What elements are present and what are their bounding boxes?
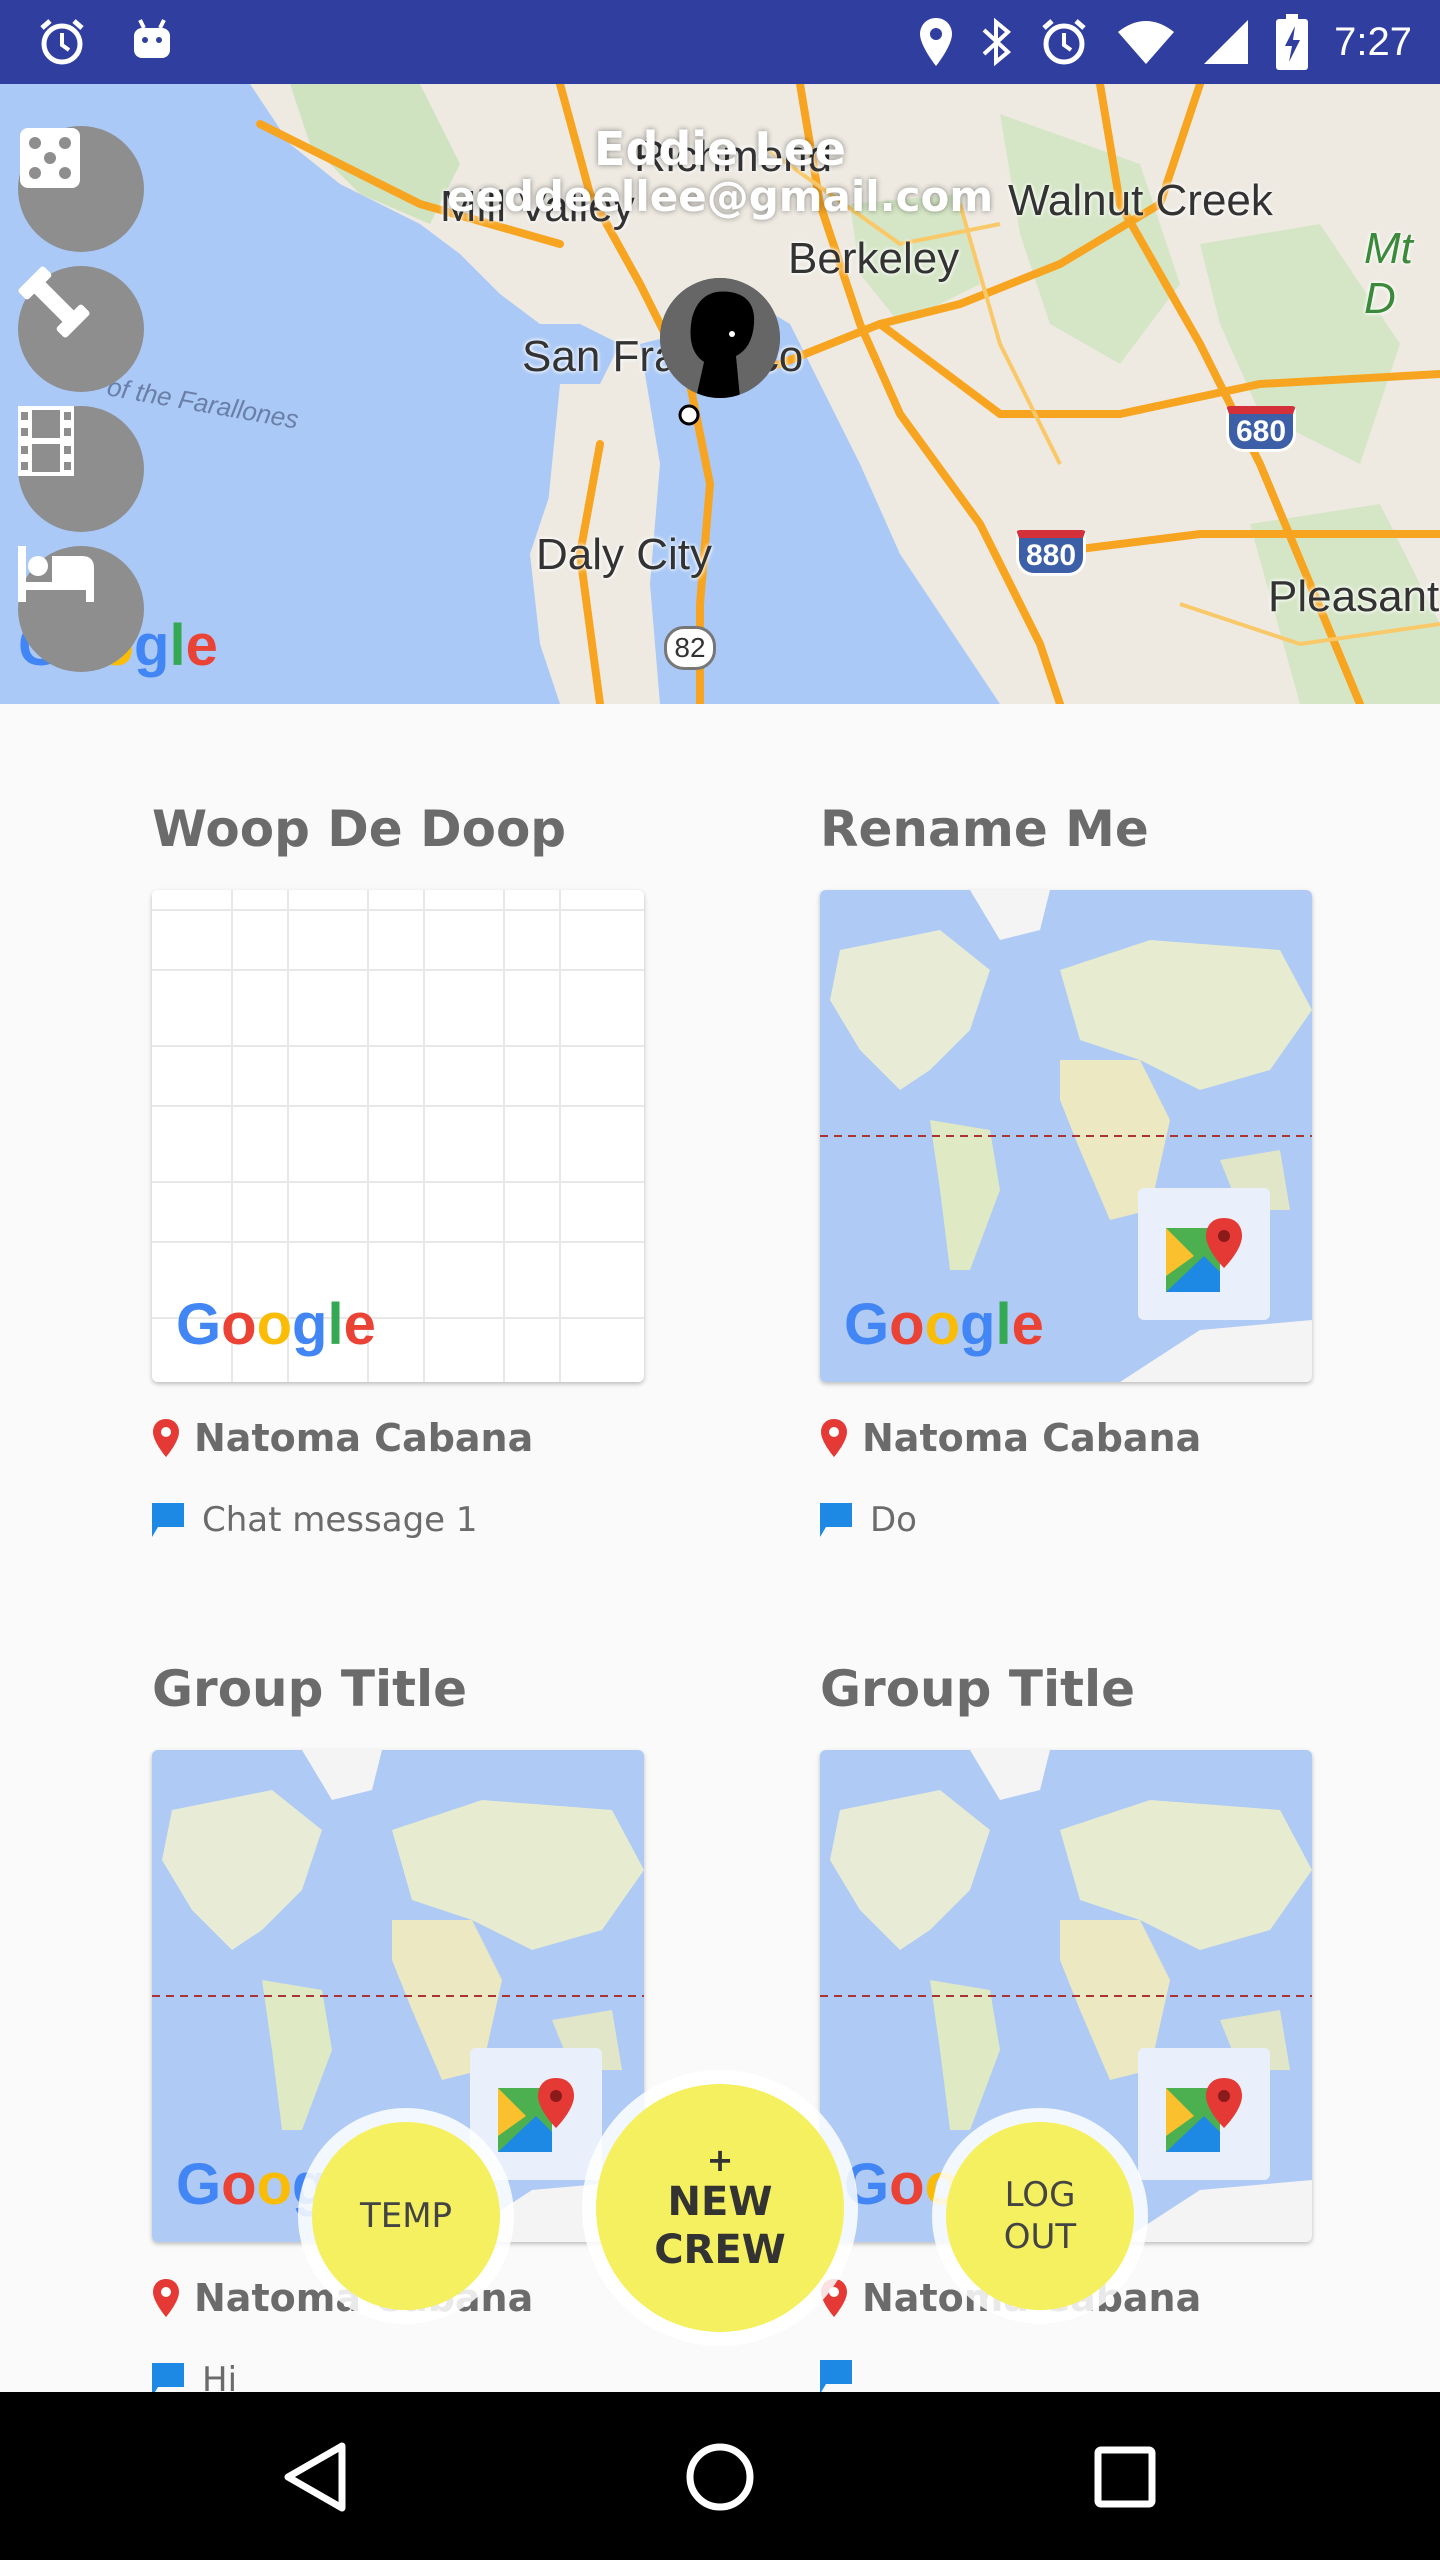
chat-flag-icon bbox=[820, 2360, 852, 2394]
user-email: eeddeellee@gmail.com bbox=[446, 172, 994, 221]
movie-icon bbox=[18, 406, 74, 476]
group-map-thumbnail[interactable]: Google bbox=[820, 890, 1312, 1382]
location-pin-icon bbox=[153, 2279, 179, 2317]
group-title: Rename Me bbox=[820, 800, 1149, 858]
map-label-daly-city: Daly City bbox=[536, 530, 713, 579]
avatar[interactable] bbox=[660, 278, 780, 398]
status-time: 7:27 bbox=[1334, 19, 1412, 64]
google-maps-icon bbox=[1166, 1218, 1242, 1292]
battery-charging-icon bbox=[1276, 14, 1309, 70]
map-label-pleasant: Pleasant bbox=[1268, 572, 1440, 621]
new-crew-label-line2: CREW bbox=[654, 2227, 786, 2273]
map-label-mt-d: Mt D bbox=[1364, 224, 1413, 323]
last-message-text: Do bbox=[870, 1500, 917, 1540]
fitness-icon bbox=[18, 266, 90, 338]
open-in-maps-button[interactable] bbox=[470, 2048, 602, 2180]
new-crew-button[interactable]: + NEW CREW bbox=[596, 2084, 844, 2332]
map-label-berkeley: Berkeley bbox=[788, 234, 960, 283]
group-last-message bbox=[820, 2360, 870, 2394]
highway-680-shield: 680 bbox=[1226, 406, 1296, 452]
logout-button[interactable]: LOG OUT bbox=[946, 2122, 1134, 2310]
temp-button[interactable]: TEMP bbox=[312, 2122, 500, 2310]
group-title: Group Title bbox=[820, 1660, 1136, 1718]
google-maps-icon bbox=[498, 2078, 574, 2152]
hotel-button[interactable] bbox=[18, 546, 144, 672]
group-card[interactable]: Woop De Doop Google Natoma Cabana Chat m… bbox=[152, 800, 644, 1540]
google-logo: Google bbox=[844, 1292, 1044, 1357]
group-card[interactable]: Group Title Google bbox=[152, 1660, 644, 2400]
signal-icon bbox=[1204, 20, 1249, 64]
fitness-button[interactable] bbox=[18, 266, 144, 392]
recents-button[interactable] bbox=[1080, 2432, 1170, 2522]
chat-flag-icon bbox=[820, 1503, 852, 1537]
chat-flag-icon bbox=[152, 1503, 184, 1537]
recents-icon bbox=[1094, 2446, 1156, 2508]
plus-icon: + bbox=[706, 2141, 734, 2179]
highway-82-shield: 82 bbox=[664, 626, 716, 670]
logout-label-line1: LOG bbox=[1004, 2175, 1076, 2215]
bluetooth-icon bbox=[982, 17, 1012, 67]
location-pin-icon bbox=[821, 1419, 847, 1457]
user-name: Eddie Lee bbox=[594, 122, 846, 176]
home-button[interactable] bbox=[675, 2432, 765, 2522]
location-pin-icon bbox=[821, 2279, 847, 2317]
back-button[interactable] bbox=[270, 2432, 360, 2522]
back-icon bbox=[284, 2442, 346, 2512]
group-title: Group Title bbox=[152, 1660, 468, 1718]
alarm-icon bbox=[1042, 19, 1086, 65]
location-pin-icon bbox=[153, 1419, 179, 1457]
android-icon bbox=[134, 19, 170, 58]
location-name: Natoma Cabana bbox=[862, 1416, 1202, 1460]
dice-icon bbox=[20, 128, 80, 188]
map-marker-dot bbox=[678, 404, 700, 426]
status-bar: 7:27 bbox=[0, 0, 1440, 84]
silhouette-icon bbox=[660, 278, 780, 398]
group-last-message: Do bbox=[820, 1500, 917, 1540]
open-in-maps-button[interactable] bbox=[1138, 1188, 1270, 1320]
logout-label-line2: OUT bbox=[1003, 2217, 1077, 2257]
group-card[interactable]: Rename Me Google Natoma Cabana Do bbox=[820, 800, 1312, 1540]
group-last-message: Chat message 1 bbox=[152, 1500, 478, 1540]
header-map[interactable]: Richmond Mill Valley Walnut Creek Berkel… bbox=[0, 84, 1440, 704]
dice-button[interactable] bbox=[18, 126, 144, 252]
new-crew-label-line1: NEW bbox=[667, 2179, 773, 2225]
temp-label: TEMP bbox=[359, 2196, 453, 2236]
home-icon bbox=[686, 2443, 754, 2511]
hotel-icon bbox=[18, 546, 94, 602]
google-logo: Google bbox=[176, 1292, 376, 1357]
group-card[interactable]: Group Title Google bbox=[820, 1660, 1312, 2394]
location-icon bbox=[920, 18, 953, 66]
highway-880-shield: 880 bbox=[1016, 530, 1086, 576]
location-name: Natoma Cabana bbox=[194, 1416, 534, 1460]
alarm-icon bbox=[40, 19, 84, 65]
movie-button[interactable] bbox=[18, 406, 144, 532]
group-title: Woop De Doop bbox=[152, 800, 567, 858]
group-location: Natoma Cabana bbox=[820, 1416, 1201, 1460]
group-map-thumbnail[interactable]: Google bbox=[152, 890, 644, 1382]
group-location: Natoma Cabana bbox=[152, 1416, 533, 1460]
wifi-icon bbox=[1118, 21, 1175, 64]
open-in-maps-button[interactable] bbox=[1138, 2048, 1270, 2180]
navigation-bar bbox=[0, 2392, 1440, 2560]
google-maps-icon bbox=[1166, 2078, 1242, 2152]
last-message-text: Chat message 1 bbox=[202, 1500, 478, 1540]
